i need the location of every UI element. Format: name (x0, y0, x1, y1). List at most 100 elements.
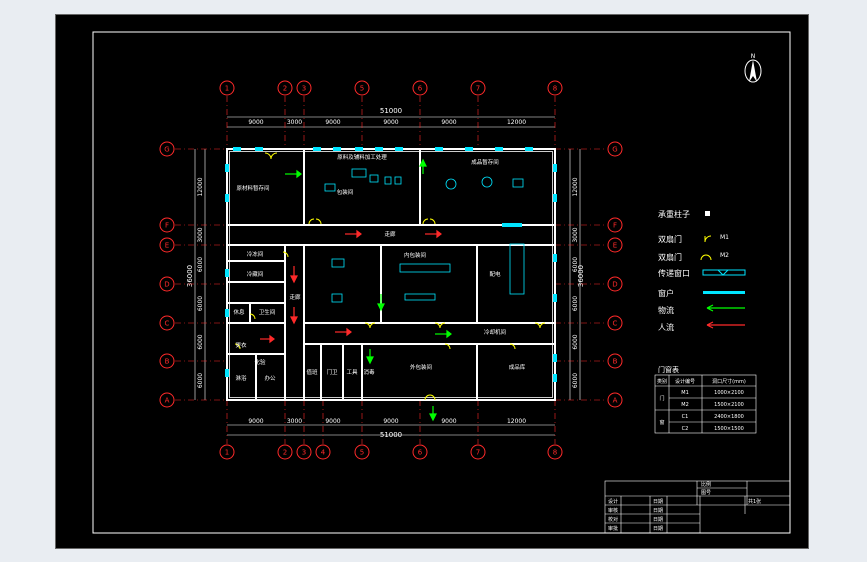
door-table-code-4: C2 (682, 426, 689, 432)
dim-bottom-total: 51000 (380, 431, 402, 439)
legend-logistics-label: 物流 (658, 305, 674, 315)
room-lab: 化验 (254, 358, 266, 366)
title-block-date-3: 日期 (653, 517, 663, 523)
axis-bottom-8-label: 8 (553, 449, 557, 457)
dim-left-span-4: 6000 (197, 334, 204, 349)
door-table-cat-3: 窗 (659, 419, 664, 426)
axis-right-A-label: A (613, 397, 618, 405)
dim-top-span-4: 9000 (441, 119, 456, 126)
dim-right-span-1: 3000 (572, 227, 579, 242)
door-table-size-4: 1500×1500 (714, 426, 744, 432)
axis-right-B-label: B (613, 358, 618, 366)
dim-top-span-0: 9000 (248, 119, 263, 126)
room-office: 办公 (264, 374, 276, 382)
room-cooling: 冷却机间 (484, 328, 506, 336)
room-shop-left: 包装间 (337, 188, 354, 196)
room-shop-right: 成品库 (509, 363, 526, 371)
legend-people-label: 人流 (658, 322, 674, 332)
room-bottom-1: 值班 (306, 368, 318, 376)
dim-right-span-5: 6000 (572, 373, 579, 388)
axis-bottom-1-label: 1 (225, 449, 229, 457)
dim-right-span-0: 12000 (572, 177, 579, 196)
door-table-code-1: M1 (681, 390, 689, 396)
room-shower: 淋浴 (235, 374, 247, 382)
title-block-check: 校对 (608, 516, 618, 523)
title-block-drawing-no-label: 图号 (701, 490, 711, 496)
corridor-main-label: 走廊 (384, 230, 396, 238)
dim-top-span-1: 3000 (287, 119, 302, 126)
room-side: 配电 (489, 270, 501, 278)
door-table-cat-1: 门 (659, 395, 664, 402)
axis-left-A-label: A (165, 397, 170, 405)
room-raw-storage: 原材料暂存间 (236, 184, 269, 192)
dim-top-span-3: 9000 (383, 119, 398, 126)
axis-bottom-3-label: 3 (302, 449, 306, 457)
north-label: N (751, 53, 756, 60)
door-table-size-3: 2400×1800 (714, 414, 744, 420)
axis-left-G-label: G (164, 146, 169, 154)
window-icon (703, 291, 745, 294)
dim-top-total: 51000 (380, 107, 402, 115)
dim-right-span-3: 6000 (572, 296, 579, 311)
axis-right-C-label: C (613, 320, 618, 328)
drawing-sheet: N 51000 51000 36000 36000 12356781234567… (55, 14, 809, 549)
axis-left-B-label: B (165, 358, 170, 366)
axis-top-5-label: 5 (360, 85, 364, 93)
dim-bottom-span-5: 12000 (507, 418, 526, 425)
axis-top-7-label: 7 (476, 85, 480, 93)
room-shop-mid: 外包装间 (410, 363, 432, 371)
room-bottom-4: 消毒 (363, 368, 375, 376)
dim-bottom-span-4: 9000 (441, 418, 456, 425)
door-table-size-2: 1500×2100 (714, 402, 744, 408)
title-block-design: 设计 (608, 498, 618, 505)
axis-top-1-label: 1 (225, 85, 229, 93)
dim-left-span-3: 6000 (197, 296, 204, 311)
floor-plan-drawing: N 51000 51000 36000 36000 1 2 3 5 6 7 81 2 3 4 5 6 7… (55, 14, 809, 549)
axis-bottom-2-label: 2 (283, 449, 287, 457)
axis-top-6-label: 6 (418, 85, 423, 93)
axis-left-D-label: D (164, 281, 169, 289)
door-table-header-2: 设计编号 (675, 378, 695, 385)
axis-top-8-label: 8 (553, 85, 557, 93)
axis-top-2-label: 2 (283, 85, 287, 93)
axis-bottom-7-label: 7 (476, 449, 480, 457)
legend-door-double-code: M2 (720, 252, 729, 259)
room-bottom-2: 门卫 (326, 368, 338, 376)
axis-right-F-label: F (613, 222, 617, 230)
title-block-scale-label: 比例 (701, 481, 711, 488)
door-table-title: 门窗表 (658, 365, 679, 374)
title-block-approve: 审批 (608, 525, 618, 532)
axis-right-G-label: G (612, 146, 617, 154)
legend-door-double-label: 双扇门 (658, 252, 682, 262)
room-bottom-3: 工具 (346, 369, 358, 376)
dim-bottom-span-1: 3000 (287, 418, 302, 425)
dim-right-span-4: 6000 (572, 334, 579, 349)
legend-pass-window-label: 传递窗口 (658, 268, 690, 278)
legend-column-label: 承重柱子 (658, 209, 690, 219)
room-inner: 内包装间 (404, 251, 426, 259)
dim-bottom-span-2: 9000 (325, 418, 340, 425)
dim-top-span-2: 9000 (325, 119, 340, 126)
axis-top-3-label: 3 (302, 85, 306, 93)
dim-left-span-0: 12000 (197, 177, 204, 196)
dim-left-span-5: 6000 (197, 373, 204, 388)
axis-left-C-label: C (165, 320, 170, 328)
title-block-date-2: 日期 (653, 508, 663, 514)
room-toilet: 卫生间 (259, 308, 276, 316)
door-table-size-1: 1000×2100 (714, 390, 744, 396)
axis-right-D-label: D (612, 281, 617, 289)
room-finished-storage: 成品暂存间 (471, 158, 499, 166)
room-storage-a: 冷冻间 (247, 250, 264, 258)
title-block-date-1: 日期 (653, 499, 663, 505)
legend-window-label: 窗户 (658, 288, 674, 298)
dim-right-span-2: 6000 (572, 257, 579, 272)
room-storage-b: 冷藏间 (247, 270, 264, 278)
axis-right-E-label: E (613, 242, 617, 250)
column-icon (705, 211, 710, 216)
dim-top-span-5: 12000 (507, 119, 526, 126)
title-block-review: 审核 (608, 507, 618, 514)
legend-door-single-label: 双扇门 (658, 234, 682, 244)
axis-bottom-4-label: 4 (321, 449, 326, 457)
axis-bottom-6-label: 6 (418, 449, 423, 457)
dim-left-span-2: 6000 (197, 257, 204, 272)
